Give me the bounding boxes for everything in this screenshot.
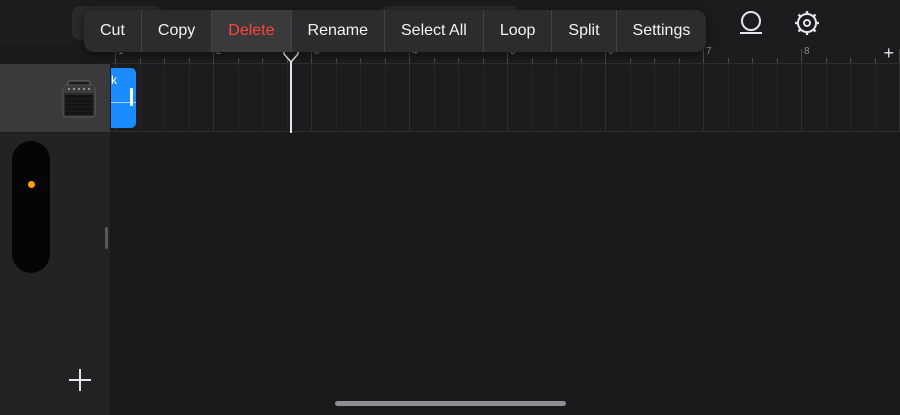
grid-line [752, 64, 753, 131]
grid-line [458, 64, 459, 131]
ruler-tick [874, 58, 876, 63]
grid-line [384, 64, 386, 131]
ruler-tick [752, 58, 753, 63]
ruler-tick [139, 58, 141, 63]
grid-line [556, 64, 557, 131]
edit-context-menu: Cut Copy Delete Rename Select All Loop Split Se… [84, 10, 707, 52]
menu-item-copy[interactable]: Copy [142, 10, 213, 52]
ruler-tick [262, 58, 263, 63]
grid-line [482, 64, 484, 131]
grid-line [433, 64, 435, 131]
settings-gear-icon[interactable] [792, 8, 822, 38]
ruler-bar-number: 7 [706, 46, 712, 57]
ruler-tick [801, 49, 802, 63]
grid-line [262, 64, 263, 131]
grid-line [629, 64, 631, 131]
ruler-tick [825, 58, 827, 63]
grid-line [139, 64, 141, 131]
ruler-tick [335, 58, 337, 63]
grid-line [507, 64, 508, 131]
ruler-tick [654, 58, 655, 63]
grid-line [311, 64, 312, 131]
ruler-tick [556, 58, 557, 63]
grid-line [678, 64, 680, 131]
menu-item-settings[interactable]: Settings [617, 10, 707, 52]
grid-line [605, 64, 606, 131]
loop-browser-icon[interactable] [736, 8, 766, 38]
grid-line [850, 64, 851, 131]
grid-line [776, 64, 778, 131]
tracks-workspace[interactable] [111, 133, 900, 415]
grid-line [727, 64, 729, 131]
grid-line [874, 64, 876, 131]
menu-item-rename[interactable]: Rename [292, 10, 385, 52]
ruler-tick [164, 58, 165, 63]
home-indicator[interactable] [335, 401, 566, 406]
add-track-plus-icon[interactable] [66, 366, 94, 394]
menu-item-loop[interactable]: Loop [484, 10, 553, 52]
playhead[interactable] [290, 52, 292, 133]
track-lane[interactable] [111, 64, 900, 132]
grid-line [580, 64, 582, 131]
ruler-tick [703, 49, 704, 63]
ruler-tick [482, 58, 484, 63]
grid-line [237, 64, 239, 131]
ruler-tick [678, 58, 680, 63]
grid-line [703, 64, 704, 131]
ruler-tick [384, 58, 386, 63]
ruler-tick [360, 58, 361, 63]
menu-item-cut[interactable]: Cut [84, 10, 142, 52]
grid-line [213, 64, 214, 131]
region-label: k [111, 73, 117, 87]
ruler-tick [237, 58, 239, 63]
grid-line [531, 64, 533, 131]
grid-line [801, 64, 802, 131]
ruler-tick [776, 58, 778, 63]
ruler-tick [850, 58, 851, 63]
grid-line [164, 64, 165, 131]
ruler-tick [727, 58, 729, 63]
menu-item-delete[interactable]: Delete [212, 10, 292, 52]
grid-line [286, 64, 288, 131]
track-control-pill[interactable] [12, 141, 50, 273]
ruler-tick [458, 58, 459, 63]
grid-line [654, 64, 655, 131]
audio-region[interactable]: k [111, 68, 136, 128]
ruler-tick [188, 58, 190, 63]
guitar-amp-icon [62, 80, 96, 118]
menu-item-select-all[interactable]: Select All [385, 10, 484, 52]
record-indicator-dot [28, 181, 35, 188]
menu-item-split[interactable]: Split [552, 10, 617, 52]
grid-line [825, 64, 827, 131]
sidebar-resize-handle[interactable] [105, 227, 108, 249]
ruler-tick [580, 58, 582, 63]
ruler-tick [531, 58, 533, 63]
grid-line [409, 64, 410, 131]
ruler-tick [629, 58, 631, 63]
region-resize-handle[interactable] [130, 88, 133, 106]
grid-line [188, 64, 190, 131]
ruler-tick [433, 58, 435, 63]
grid-line [360, 64, 361, 131]
ruler-bar-number: 8 [804, 46, 810, 57]
add-section-button[interactable]: + [883, 44, 894, 62]
grid-line [335, 64, 337, 131]
